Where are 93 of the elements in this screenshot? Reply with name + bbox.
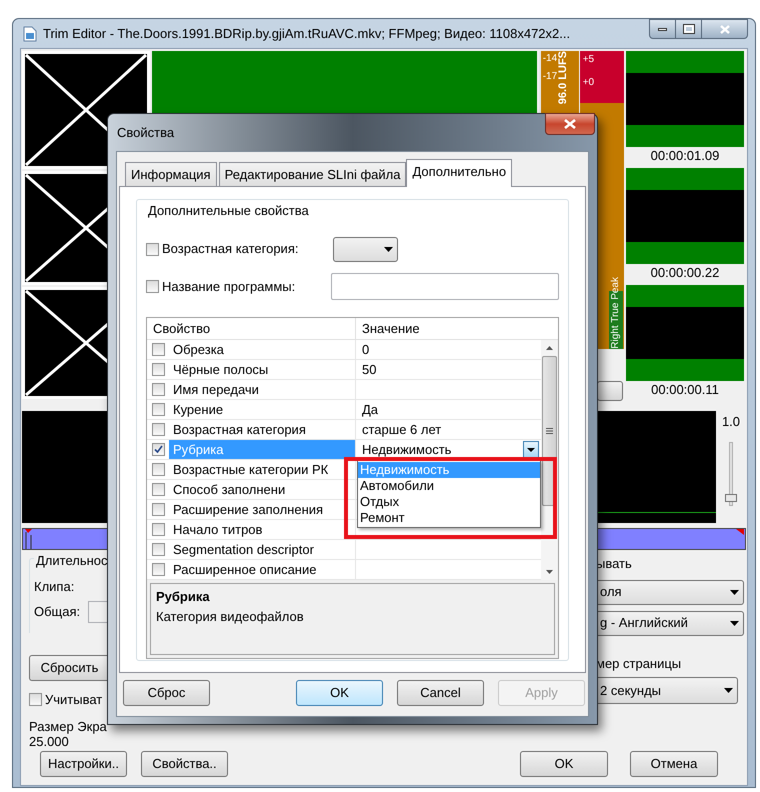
dropdown-arrow-icon [730, 590, 739, 594]
checkbox[interactable] [152, 343, 164, 356]
meter-tick: -14 [542, 54, 558, 64]
screen-size-label: Размер Экра [29, 718, 108, 734]
checkbox[interactable] [152, 383, 164, 396]
screen-size-value: 25.000 [29, 734, 69, 748]
property-value[interactable]: Недвижимость [356, 440, 523, 460]
total-label: Общая: [34, 603, 80, 622]
dropdown-button[interactable] [523, 441, 539, 458]
checkbox[interactable] [152, 423, 164, 436]
property-name[interactable]: Обрезка [169, 340, 226, 359]
footer-button[interactable]: Свойства.. [141, 750, 228, 776]
program-name-label: Название программы: [162, 278, 296, 296]
dropdown-arrow-icon [724, 688, 733, 693]
column-header: Значение [361, 320, 421, 338]
description-title: Рубрика [156, 588, 211, 606]
dialog-button[interactable]: OK [296, 680, 383, 706]
dialog-button[interactable]: Сброс [123, 680, 210, 706]
dropdown-option[interactable]: Ремонт [358, 510, 540, 526]
clip-time: 00:00:00.11 [650, 381, 720, 399]
total-field[interactable] [88, 601, 108, 623]
minimize-button[interactable] [649, 19, 676, 39]
start-marker-icon[interactable] [25, 529, 33, 549]
dropdown[interactable]: g - Английский [596, 610, 744, 636]
property-name[interactable]: Segmentation descriptor [169, 540, 316, 559]
close-icon [564, 119, 576, 129]
checkbox[interactable] [152, 543, 164, 556]
small-button[interactable] [596, 381, 623, 401]
caret-icon [527, 448, 535, 452]
dialog-title: Свойства [117, 124, 174, 142]
checkbox[interactable] [146, 280, 159, 293]
meter-tick: +0 [582, 78, 596, 88]
dropdown-option[interactable]: Отдых [358, 494, 540, 510]
window-title: Trim Editor - The.Doors.1991.BDRip.by.gjiAm.tRuAVC.mkv; FFMpeg; Видео: 1108x472x2... [43, 24, 572, 43]
close-button[interactable] [702, 19, 748, 39]
description-text: Категория видеофайлов [156, 608, 305, 626]
property-name[interactable]: Возрастная категория [169, 420, 308, 439]
property-name[interactable]: Способ заполнени [169, 480, 288, 499]
age-category-dropdown[interactable] [333, 236, 398, 262]
property-value[interactable]: Да [356, 400, 541, 420]
checkbox[interactable] [152, 363, 164, 376]
footer-button[interactable]: Отмена [630, 750, 718, 776]
gain-slider-thumb[interactable] [725, 494, 737, 502]
close-button[interactable] [545, 113, 595, 135]
clip-time: 00:00:00.22 [650, 264, 720, 282]
loudness-reading: 96.0 LUFS [558, 51, 570, 104]
checkbox[interactable] [146, 242, 159, 256]
document-icon [23, 26, 37, 42]
dropdown-option[interactable]: Автомобили [358, 478, 540, 494]
age-category-label: Возрастная категория: [162, 240, 300, 258]
tab[interactable]: Редактирование SLIni файла [218, 162, 406, 186]
clip-time: 00:00:01.09 [650, 147, 720, 165]
clip-label: Клипа: [34, 578, 76, 596]
tab[interactable]: Дополнительно [406, 159, 512, 187]
checkbox-label: Учитыват [45, 691, 102, 709]
property-name[interactable]: Имя передачи [169, 380, 261, 399]
meter-tick: -17 [542, 72, 558, 82]
property-name[interactable]: Расширение заполнения [169, 500, 326, 519]
property-value[interactable]: 50 [356, 360, 541, 380]
property-value[interactable]: старше 6 лет [356, 420, 541, 440]
property-value[interactable]: 0 [356, 340, 541, 360]
end-marker-icon[interactable] [736, 529, 744, 535]
footer-button[interactable]: OK [520, 750, 608, 776]
checkbox[interactable] [152, 483, 164, 496]
checkbox[interactable] [29, 693, 42, 706]
grip-icon [546, 428, 553, 434]
meter-tick: +5 [582, 55, 596, 65]
checkbox[interactable] [152, 463, 164, 476]
program-name-field[interactable] [331, 273, 559, 300]
dropdown-arrow-icon [730, 620, 739, 626]
maximize-button[interactable] [676, 19, 702, 39]
checkbox[interactable] [152, 443, 164, 456]
checkbox[interactable] [152, 403, 164, 416]
page-size-dropdown[interactable]: 2 секунды [596, 677, 738, 704]
checkbox[interactable] [152, 523, 164, 536]
scrollbar[interactable] [541, 340, 558, 580]
checkbox[interactable] [152, 503, 164, 516]
dialog-button[interactable]: Cancel [397, 680, 484, 706]
peak-label: Right True Peak [611, 276, 621, 349]
property-name[interactable]: Начало титров [169, 520, 264, 539]
tab[interactable]: Информация [125, 162, 217, 186]
reset-button[interactable]: Сбросить [29, 655, 109, 681]
footer-button[interactable]: Настройки.. [40, 750, 127, 776]
dropdown[interactable]: оля [596, 580, 744, 604]
property-name[interactable]: Чёрные полосы [169, 360, 270, 379]
property-name[interactable]: Расширенное описание [169, 560, 318, 579]
column-header: Свойство [147, 318, 356, 339]
close-icon [720, 24, 730, 34]
property-name[interactable]: Возрастные категории РК [169, 460, 330, 479]
checkbox[interactable] [152, 563, 164, 576]
property-name[interactable]: Курение [169, 400, 226, 419]
dropdown-arrow-icon [384, 246, 393, 252]
gain-label: 1.0 [722, 415, 740, 428]
